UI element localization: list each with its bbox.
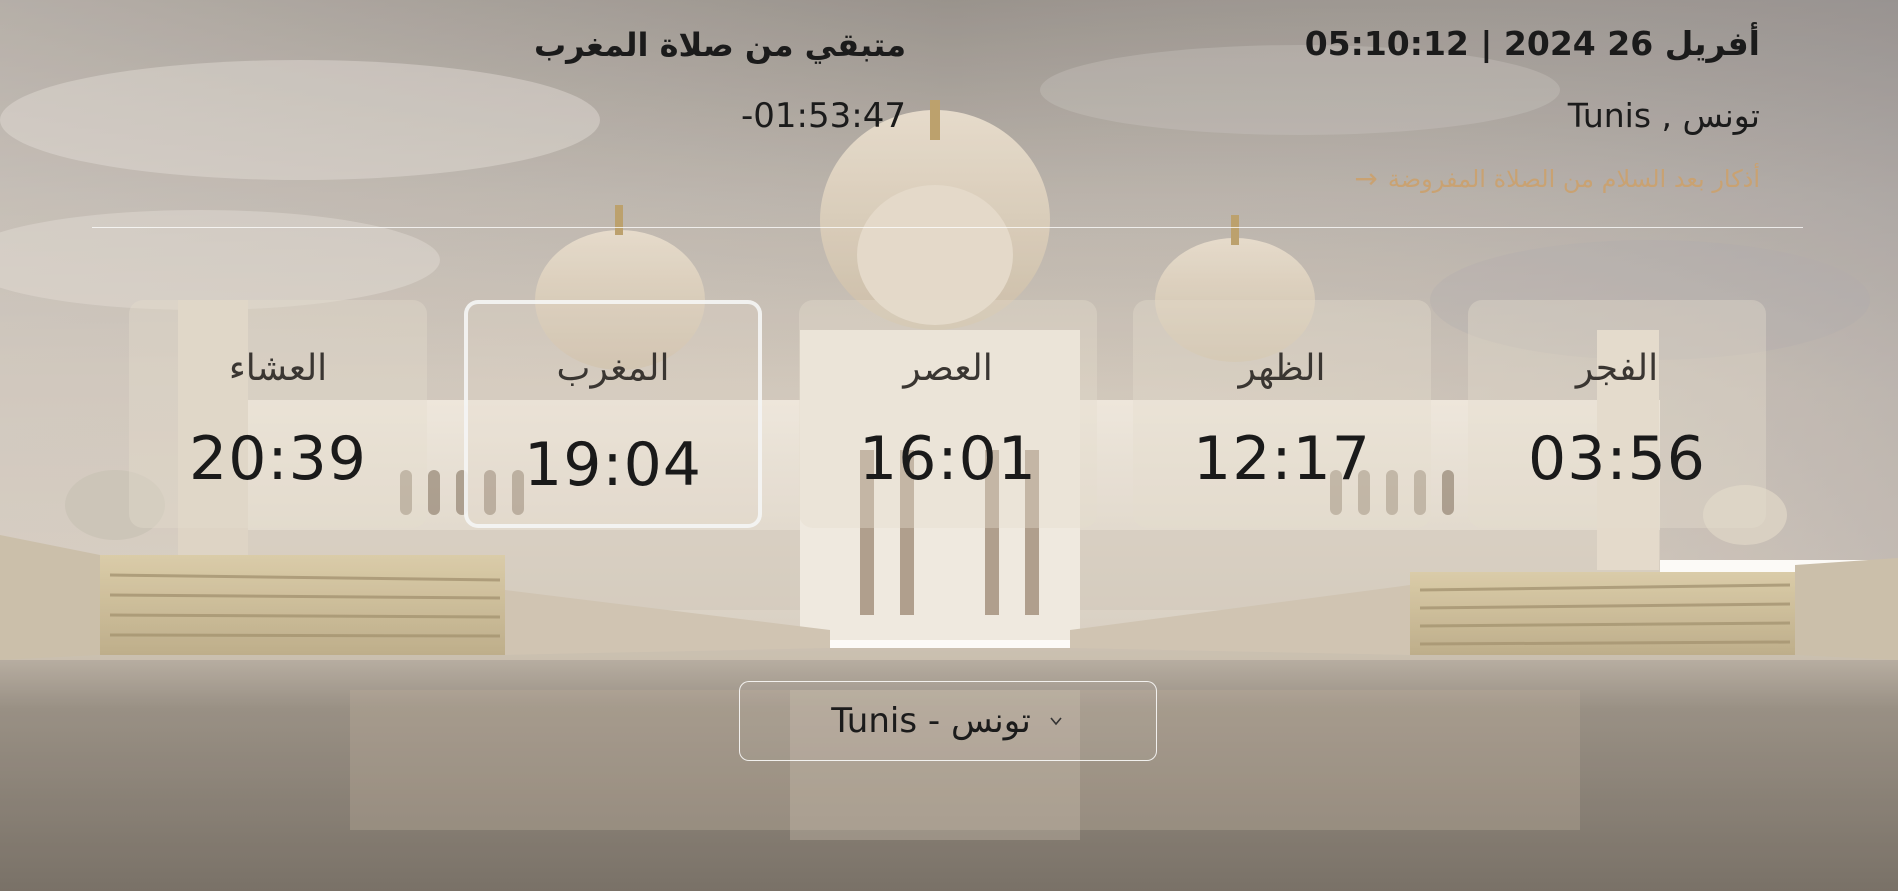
prayer-name: الفجر — [1575, 348, 1659, 389]
arrow-right-icon: → — [1354, 162, 1378, 195]
adhkar-link-label: أذكار بعد السلام من الصلاة المفروضة — [1387, 165, 1760, 193]
prayer-name: العصر — [903, 348, 993, 389]
prayer-card-asr: العصر 16:01 — [799, 300, 1097, 528]
city-select[interactable]: تونس - Tunis — [739, 681, 1157, 761]
prayer-name: العشاء — [228, 348, 328, 389]
prayer-card-maghrib: المغرب 19:04 — [464, 300, 762, 528]
adhkar-link[interactable]: أذكار بعد السلام من الصلاة المفروضة → — [1354, 162, 1760, 195]
chevron-down-icon — [1050, 717, 1062, 726]
prayer-card-isha: العشاء 20:39 — [129, 300, 427, 528]
remaining-label: متبقي من صلاة المغرب — [533, 26, 906, 64]
prayer-time: 16:01 — [859, 424, 1037, 494]
current-location: تونس , Tunis — [1567, 96, 1760, 135]
city-select-value: تونس - Tunis — [831, 701, 1031, 741]
prayer-time: 03:56 — [1528, 424, 1706, 494]
prayer-name: الظهر — [1238, 348, 1326, 389]
current-date-time: أفريل 26 2024 | 05:10:12 — [1304, 24, 1760, 63]
prayer-card-fajr: الفجر 03:56 — [1468, 300, 1766, 528]
header-divider — [92, 227, 1803, 228]
prayer-time: 19:04 — [524, 430, 702, 500]
prayer-name: المغرب — [556, 348, 670, 389]
prayer-time: 12:17 — [1193, 424, 1371, 494]
remaining-countdown: -01:53:47 — [741, 96, 906, 136]
prayer-time: 20:39 — [189, 424, 367, 494]
prayer-card-dhuhr: الظهر 12:17 — [1133, 300, 1431, 528]
